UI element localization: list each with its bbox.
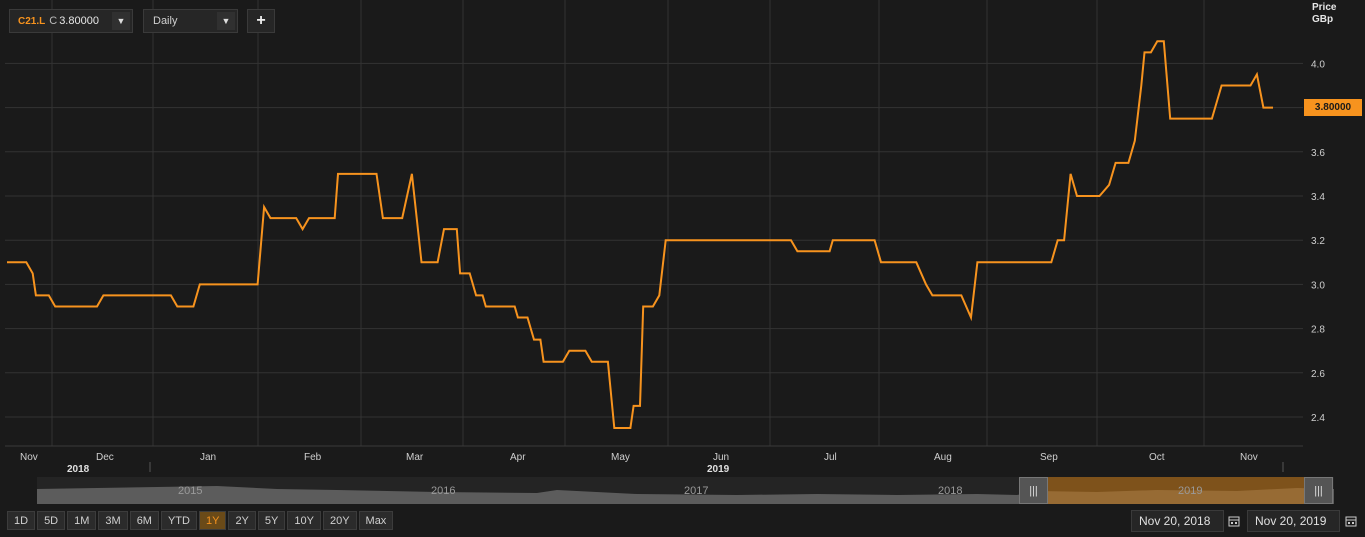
range-5y-button[interactable]: 5Y — [257, 511, 286, 530]
navigator-year: 2015 — [178, 485, 203, 497]
navigator-left-handle[interactable]: ||| — [1019, 477, 1048, 504]
interval-label: Daily — [153, 15, 178, 27]
x-tick-label: Nov — [20, 452, 38, 463]
date-to-field[interactable]: Nov 20, 2019 — [1247, 510, 1340, 532]
navigator-selection[interactable] — [1019, 477, 1332, 504]
x-tick-label: Oct — [1149, 452, 1165, 463]
chevron-down-icon[interactable]: ▼ — [217, 12, 235, 30]
y-tick-label: 2.8 — [1311, 325, 1325, 336]
range-10y-button[interactable]: 10Y — [287, 511, 321, 530]
axis-title-line1: Price — [1312, 2, 1337, 13]
date-from-field[interactable]: Nov 20, 2018 — [1131, 510, 1224, 532]
y-tick-label: 4.0 — [1311, 59, 1325, 70]
y-tick-label: 3.2 — [1311, 236, 1325, 247]
x-tick-label: Sep — [1040, 452, 1058, 463]
last-price-badge: 3.80000 — [1304, 99, 1362, 116]
x-tick-label: Feb — [304, 452, 322, 463]
navigator-year: 2019 — [1178, 485, 1203, 497]
x-year-label: 2018 — [67, 464, 90, 475]
y-tick-label: 3.6 — [1311, 148, 1325, 159]
axis-title-line2: GBp — [1312, 14, 1334, 25]
x-tick-label: Jul — [824, 452, 837, 463]
navigator-year: 2018 — [938, 485, 963, 497]
plot-background — [5, 0, 1303, 446]
y-tick-label: 2.4 — [1311, 413, 1325, 424]
x-tick-label: Apr — [510, 452, 526, 463]
range-1d-button[interactable]: 1D — [7, 511, 36, 530]
close-prefix: C — [49, 15, 58, 27]
range-ytd-button[interactable]: YTD — [160, 511, 197, 530]
y-tick-label: 3.4 — [1311, 192, 1325, 203]
range-2y-button[interactable]: 2Y — [228, 511, 256, 530]
x-tick-label: Jun — [713, 452, 729, 463]
chart-app: 2.42.62.83.03.23.43.63.84.0 NovDecJanFeb… — [0, 0, 1365, 537]
calendar-icon[interactable] — [1225, 510, 1243, 532]
range-max-button[interactable]: Max — [358, 511, 394, 530]
y-tick-label: 3.0 — [1311, 280, 1325, 291]
x-tick-label: Dec — [96, 452, 114, 463]
range-button-bar: 1D 5D 1M 3M 6M YTD 1Y 2Y 5Y 10Y 20Y Max — [7, 511, 394, 530]
range-1y-button[interactable]: 1Y — [198, 511, 227, 530]
x-tick-label: Nov — [1240, 452, 1258, 463]
symbol-selector[interactable]: C21.L C 3.80000 ▼ — [9, 9, 133, 33]
interval-selector[interactable]: Daily ▼ — [143, 9, 238, 33]
add-series-button[interactable]: + — [247, 9, 275, 33]
range-5d-button[interactable]: 5D — [37, 511, 66, 530]
plus-icon: + — [256, 12, 266, 29]
navigator-year: 2016 — [431, 485, 456, 497]
range-1m-button[interactable]: 1M — [67, 511, 97, 530]
range-6m-button[interactable]: 6M — [129, 511, 159, 530]
chevron-down-icon[interactable]: ▼ — [112, 12, 130, 30]
x-tick-label: Aug — [934, 452, 952, 463]
x-axis: Nov Dec Jan Feb Mar Apr May Jun Jul Aug Sep Oct Nov 2… — [20, 452, 1284, 475]
x-tick-label: May — [611, 452, 630, 463]
range-20y-button[interactable]: 20Y — [322, 511, 357, 530]
price-chart: 2.42.62.83.03.23.43.63.84.0 NovDecJanFeb… — [5, 0, 1325, 475]
calendar-icon[interactable] — [1342, 510, 1360, 532]
x-tick-label: Jan — [200, 452, 216, 463]
navigator-year: 2017 — [684, 485, 709, 497]
y-tick-label: 2.6 — [1311, 369, 1325, 380]
x-year-label: 2019 — [707, 464, 730, 475]
price-axis-title: Price GBp — [1312, 2, 1336, 26]
navigator-right-handle[interactable]: ||| — [1304, 477, 1333, 504]
x-tick-label: Mar — [406, 452, 424, 463]
symbol-ric: C21.L — [18, 15, 46, 27]
close-value: 3.80000 — [59, 15, 99, 27]
range-3m-button[interactable]: 3M — [98, 511, 128, 530]
